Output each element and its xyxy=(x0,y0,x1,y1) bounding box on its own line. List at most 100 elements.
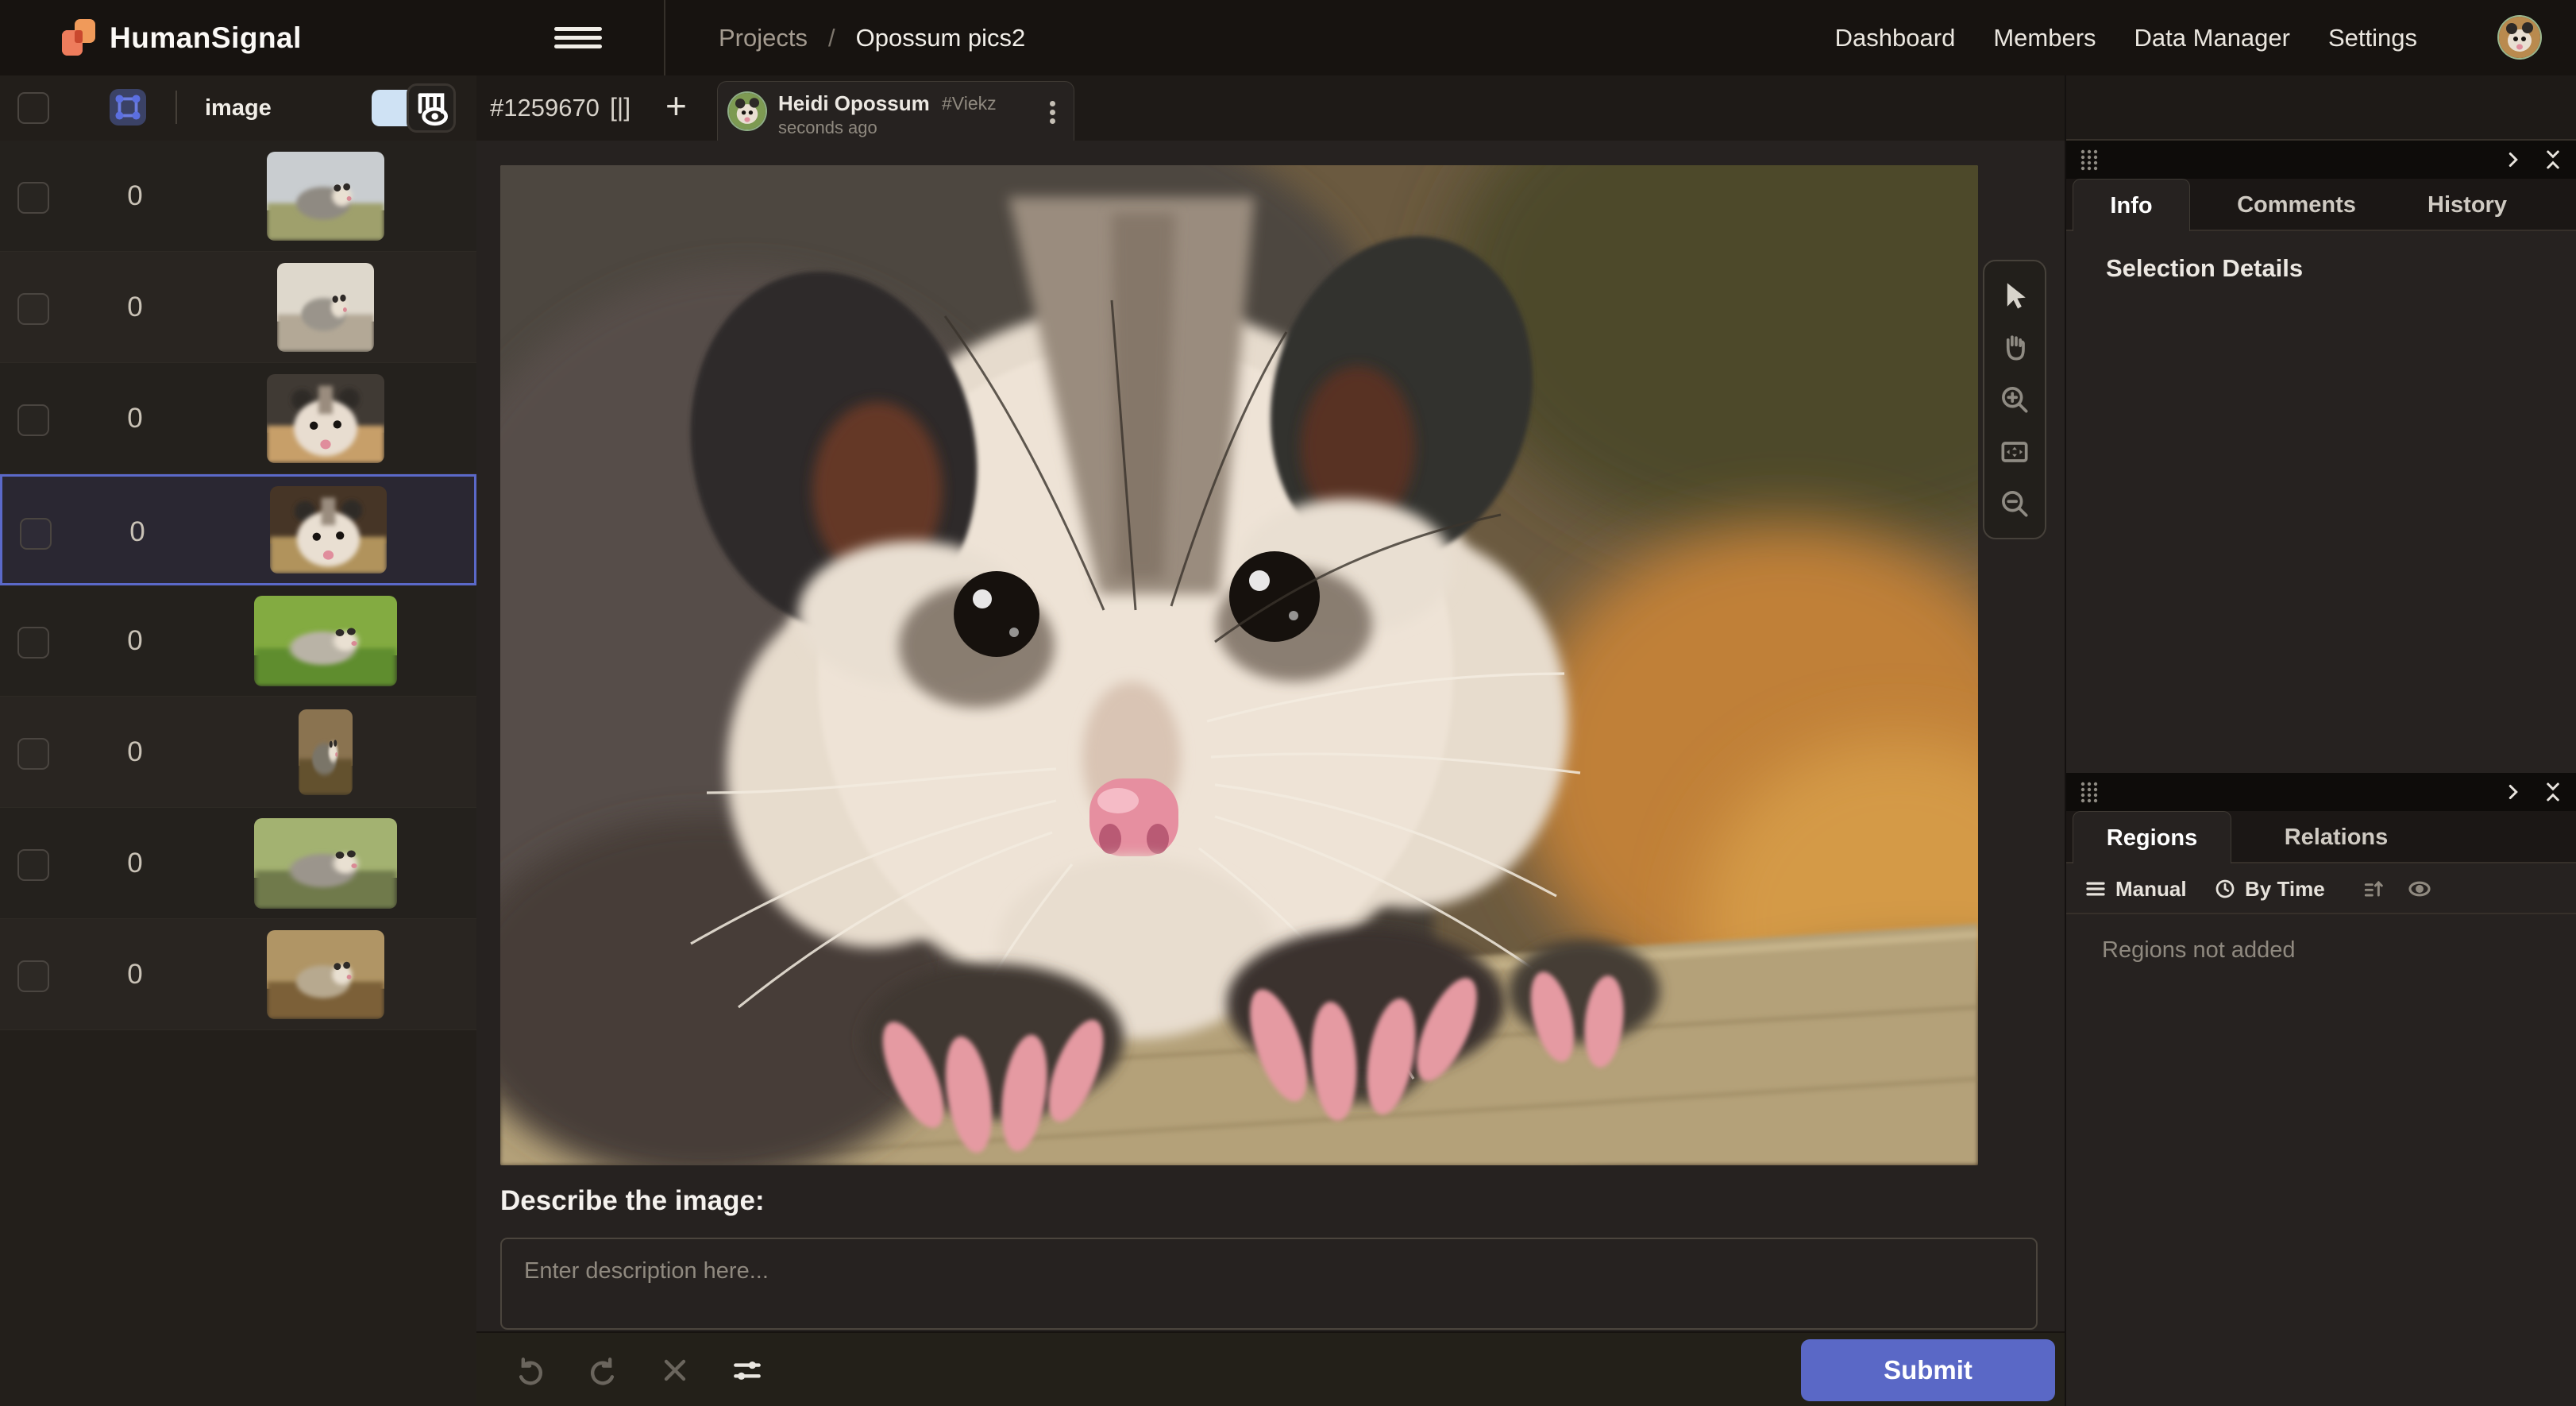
column-label: image xyxy=(205,75,272,141)
row-checkbox[interactable] xyxy=(17,960,49,992)
task-row-1[interactable]: 0 xyxy=(0,141,476,252)
tab-comments[interactable]: Comments xyxy=(2225,179,2368,231)
header-divider xyxy=(175,91,177,124)
row-checkbox[interactable] xyxy=(17,738,49,770)
annotation-count: 0 xyxy=(111,141,159,252)
region-type-icon[interactable] xyxy=(110,89,146,126)
task-thumbnail-opossum-family-on-log[interactable] xyxy=(267,930,384,1019)
description-input[interactable] xyxy=(500,1238,2038,1330)
task-row-2[interactable]: 0 xyxy=(0,252,476,363)
zoom-out-tool-icon[interactable] xyxy=(1997,486,2032,521)
details-tabs: Info Comments History xyxy=(2066,179,2576,231)
task-row-3[interactable]: 0 xyxy=(0,363,476,474)
pan-tool-icon[interactable] xyxy=(1997,330,2032,365)
task-thumbnail-opossum-on-winter-fence[interactable] xyxy=(267,152,384,241)
annotation-count: 0 xyxy=(111,252,159,363)
nav-dashboard[interactable]: Dashboard xyxy=(1835,24,1956,52)
redo-icon[interactable] xyxy=(585,1353,620,1388)
annotation-count: 0 xyxy=(111,808,159,919)
select-tool-icon[interactable] xyxy=(1997,278,2032,313)
drag-handle-icon[interactable] xyxy=(2079,148,2101,172)
row-checkbox[interactable] xyxy=(17,404,49,436)
task-thumbnail-opossum-in-wood-shavings[interactable] xyxy=(267,374,384,463)
annotation-count: 0 xyxy=(114,477,161,588)
nav-members[interactable]: Members xyxy=(1993,24,2096,52)
task-row-6[interactable]: 0 xyxy=(0,697,476,808)
view-toggle-icon[interactable] xyxy=(372,83,459,133)
sort-direction-icon[interactable] xyxy=(2362,863,2387,914)
settings-sliders-icon[interactable] xyxy=(730,1353,765,1388)
row-checkbox[interactable] xyxy=(17,849,49,881)
row-checkbox[interactable] xyxy=(17,182,49,214)
order-by-label: By Time xyxy=(2245,877,2325,902)
annotation-count: 0 xyxy=(111,585,159,697)
annotation-count: 0 xyxy=(111,919,159,1030)
task-row-4[interactable]: 0 xyxy=(0,474,476,585)
task-row-5[interactable]: 0 xyxy=(0,585,476,697)
row-checkbox[interactable] xyxy=(20,518,52,550)
annotator-name: Heidi Opossum xyxy=(778,91,930,116)
submit-button[interactable]: Submit xyxy=(1801,1339,2055,1401)
breadcrumb-project-name: Opossum pics2 xyxy=(856,24,1026,52)
detach-panel-icon[interactable] xyxy=(2501,148,2525,172)
collapse-panel-icon[interactable] xyxy=(2541,780,2565,804)
details-panel-bar xyxy=(2066,141,2576,179)
annotation-menu-icon[interactable] xyxy=(1048,98,1056,129)
annotation-time: seconds ago xyxy=(778,118,877,138)
annotation-count: 0 xyxy=(111,363,159,474)
label-studio-app: HumanSignal Projects/Opossum pics2 Dashb… xyxy=(0,0,2576,1406)
topbar-nav: Dashboard Members Data Manager Settings xyxy=(1835,0,2417,75)
breadcrumb: Projects/Opossum pics2 xyxy=(719,0,1025,75)
nav-data-manager[interactable]: Data Manager xyxy=(2134,24,2290,52)
row-checkbox[interactable] xyxy=(17,293,49,325)
fit-screen-tool-icon[interactable] xyxy=(1997,435,2032,469)
outliner-header: image xyxy=(0,75,476,142)
zoom-in-tool-icon[interactable] xyxy=(1997,382,2032,417)
task-thumbnail-opossum-walking-in-grass[interactable] xyxy=(254,596,397,686)
row-checkbox[interactable] xyxy=(17,627,49,659)
selection-details-heading: Selection Details xyxy=(2106,254,2303,283)
group-by-button[interactable]: Manual xyxy=(2084,863,2187,914)
brand-title: HumanSignal xyxy=(110,0,302,75)
detach-panel-icon[interactable] xyxy=(2501,780,2525,804)
collapse-panel-icon[interactable] xyxy=(2541,148,2565,172)
copy-format-icon[interactable]: [|] xyxy=(610,75,631,141)
task-thumbnail-opossum-closeup-on-deck[interactable] xyxy=(270,486,387,574)
task-thumbnail-opossum-sitting-on-ground[interactable] xyxy=(299,709,353,795)
visibility-eye-icon[interactable] xyxy=(2406,863,2433,914)
image-toolbar xyxy=(1983,260,2046,539)
regions-toolbar: Manual By Time xyxy=(2066,863,2576,914)
task-row-7[interactable]: 0 xyxy=(0,808,476,919)
annotation-count: 0 xyxy=(111,697,159,808)
top-bar: HumanSignal Projects/Opossum pics2 Dashb… xyxy=(0,0,2576,77)
regions-panel-bar xyxy=(2066,773,2576,811)
breadcrumb-projects-link[interactable]: Projects xyxy=(719,24,808,52)
task-thumbnail-opossum-with-babies-on-log[interactable] xyxy=(254,818,397,909)
hamburger-menu-icon[interactable] xyxy=(554,22,602,54)
task-image[interactable] xyxy=(500,165,1978,1165)
outliner-rows: 00000000 xyxy=(0,141,476,1030)
annotation-tab-strip: #1259670 [|] + Heidi Opossum #Viekz seco… xyxy=(476,75,2065,142)
tab-history[interactable]: History xyxy=(2400,179,2535,231)
tab-info[interactable]: Info xyxy=(2073,179,2190,231)
reset-icon[interactable] xyxy=(657,1353,692,1388)
undo-icon[interactable] xyxy=(513,1353,548,1388)
prompt-label: Describe the image: xyxy=(500,1185,765,1217)
annotation-tab[interactable]: Heidi Opossum #Viekz seconds ago xyxy=(717,81,1074,143)
add-annotation-button[interactable]: + xyxy=(665,75,687,141)
side-panels: Info Comments History Selection Details … xyxy=(2065,75,2576,1406)
drag-handle-icon[interactable] xyxy=(2079,780,2101,804)
outliner-panel: image 00000000 xyxy=(0,75,478,1406)
right-top-strip xyxy=(2066,75,2576,141)
task-thumbnail-opossum-on-snowy-branch[interactable] xyxy=(277,263,374,352)
tab-relations[interactable]: Relations xyxy=(2265,811,2408,863)
order-by-button[interactable]: By Time xyxy=(2213,863,2325,914)
task-id: #1259670 xyxy=(490,75,600,141)
annotation-workspace: Describe the image: Submit xyxy=(476,141,2065,1406)
nav-settings[interactable]: Settings xyxy=(2328,24,2417,52)
annotator-avatar xyxy=(729,93,765,129)
task-row-8[interactable]: 0 xyxy=(0,919,476,1030)
select-all-checkbox[interactable] xyxy=(17,92,49,124)
user-avatar[interactable] xyxy=(2499,17,2540,58)
tab-regions[interactable]: Regions xyxy=(2073,811,2231,863)
